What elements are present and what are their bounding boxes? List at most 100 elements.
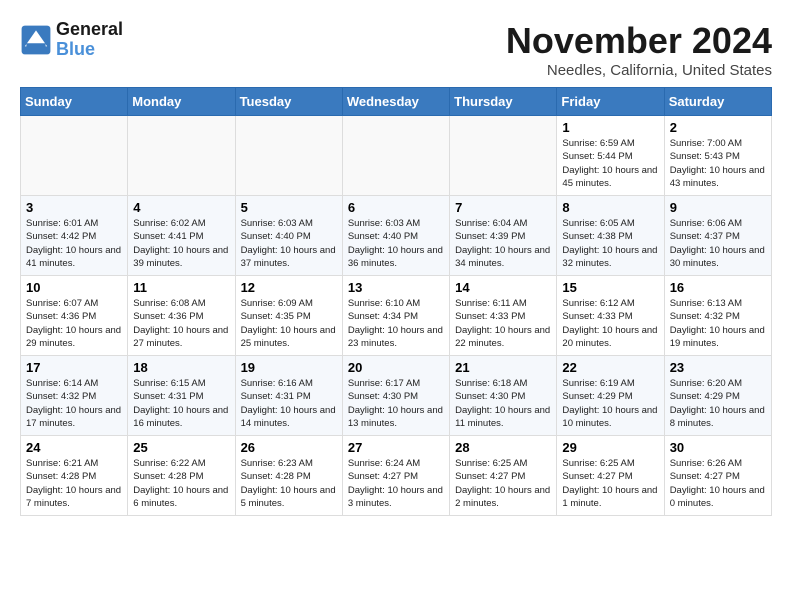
calendar-header-friday: Friday bbox=[557, 88, 664, 116]
day-info: Sunrise: 6:22 AM Sunset: 4:28 PM Dayligh… bbox=[133, 457, 229, 510]
day-number: 16 bbox=[670, 280, 766, 295]
day-number: 11 bbox=[133, 280, 229, 295]
calendar-cell: 10 Sunrise: 6:07 AM Sunset: 4:36 PM Dayli… bbox=[21, 276, 128, 356]
calendar-cell: 8 Sunrise: 6:05 AM Sunset: 4:38 PM Daylig… bbox=[557, 196, 664, 276]
day-number: 5 bbox=[241, 200, 337, 215]
logo-text: General Blue bbox=[56, 20, 123, 60]
calendar-header-sunday: Sunday bbox=[21, 88, 128, 116]
day-info: Sunrise: 6:03 AM Sunset: 4:40 PM Dayligh… bbox=[348, 217, 444, 270]
logo: General Blue bbox=[20, 20, 123, 60]
day-info: Sunrise: 6:26 AM Sunset: 4:27 PM Dayligh… bbox=[670, 457, 766, 510]
day-info: Sunrise: 6:19 AM Sunset: 4:29 PM Dayligh… bbox=[562, 377, 658, 430]
day-number: 14 bbox=[455, 280, 551, 295]
calendar-week-row: 17Sunrise: 6:14 AM Sunset: 4:32 PM Dayli… bbox=[21, 356, 772, 436]
calendar-cell: 21 Sunrise: 6:18 AM Sunset: 4:30 PM Dayli… bbox=[450, 356, 557, 436]
day-number: 27 bbox=[348, 440, 444, 455]
day-info: Sunrise: 6:20 AM Sunset: 4:29 PM Dayligh… bbox=[670, 377, 766, 430]
calendar-cell: 25 Sunrise: 6:22 AM Sunset: 4:28 PM Dayli… bbox=[128, 436, 235, 516]
day-number: 30 bbox=[670, 440, 766, 455]
calendar-cell: 11 Sunrise: 6:08 AM Sunset: 4:36 PM Dayli… bbox=[128, 276, 235, 356]
calendar-cell bbox=[450, 116, 557, 196]
calendar-cell: 4Sunrise: 6:02 AM Sunset: 4:41 PM Daylig… bbox=[128, 196, 235, 276]
calendar-header-row: SundayMondayTuesdayWednesdayThursdayFrid… bbox=[21, 88, 772, 116]
day-info: Sunrise: 6:17 AM Sunset: 4:30 PM Dayligh… bbox=[348, 377, 444, 430]
calendar-cell: 16 Sunrise: 6:13 AM Sunset: 4:32 PM Dayli… bbox=[664, 276, 771, 356]
day-info: Sunrise: 6:25 AM Sunset: 4:27 PM Dayligh… bbox=[455, 457, 551, 510]
day-info: Sunrise: 6:21 AM Sunset: 4:28 PM Dayligh… bbox=[26, 457, 122, 510]
calendar-cell: 3 Sunrise: 6:01 AM Sunset: 4:42 PM Daylig… bbox=[21, 196, 128, 276]
day-info: Sunrise: 6:12 AM Sunset: 4:33 PM Dayligh… bbox=[562, 297, 658, 350]
day-info: Sunrise: 6:07 AM Sunset: 4:36 PM Dayligh… bbox=[26, 297, 122, 350]
day-info: Sunrise: 6:08 AM Sunset: 4:36 PM Dayligh… bbox=[133, 297, 229, 350]
calendar-week-row: 24 Sunrise: 6:21 AM Sunset: 4:28 PM Dayli… bbox=[21, 436, 772, 516]
day-number: 20 bbox=[348, 360, 444, 375]
day-info: Sunrise: 6:16 AM Sunset: 4:31 PM Dayligh… bbox=[241, 377, 337, 430]
calendar-cell: 1 Sunrise: 6:59 AM Sunset: 5:44 PM Daylig… bbox=[557, 116, 664, 196]
day-number: 4 bbox=[133, 200, 229, 215]
day-info: Sunrise: 6:09 AM Sunset: 4:35 PM Dayligh… bbox=[241, 297, 337, 350]
day-info: Sunrise: 6:13 AM Sunset: 4:32 PM Dayligh… bbox=[670, 297, 766, 350]
calendar-cell bbox=[21, 116, 128, 196]
day-info: Sunrise: 6:04 AM Sunset: 4:39 PM Dayligh… bbox=[455, 217, 551, 270]
day-info: Sunrise: 6:25 AM Sunset: 4:27 PM Dayligh… bbox=[562, 457, 658, 510]
calendar-cell: 28 Sunrise: 6:25 AM Sunset: 4:27 PM Dayli… bbox=[450, 436, 557, 516]
calendar-cell: 19 Sunrise: 6:16 AM Sunset: 4:31 PM Dayli… bbox=[235, 356, 342, 436]
day-info: Sunrise: 6:11 AM Sunset: 4:33 PM Dayligh… bbox=[455, 297, 551, 350]
calendar-header-tuesday: Tuesday bbox=[235, 88, 342, 116]
calendar-cell: 17Sunrise: 6:14 AM Sunset: 4:32 PM Dayli… bbox=[21, 356, 128, 436]
day-number: 2 bbox=[670, 120, 766, 135]
day-number: 12 bbox=[241, 280, 337, 295]
day-number: 9 bbox=[670, 200, 766, 215]
day-info: Sunrise: 6:01 AM Sunset: 4:42 PM Dayligh… bbox=[26, 217, 122, 270]
calendar-cell: 15 Sunrise: 6:12 AM Sunset: 4:33 PM Dayli… bbox=[557, 276, 664, 356]
calendar-cell: 2 Sunrise: 7:00 AM Sunset: 5:43 PM Daylig… bbox=[664, 116, 771, 196]
calendar-week-row: 10 Sunrise: 6:07 AM Sunset: 4:36 PM Dayli… bbox=[21, 276, 772, 356]
day-info: Sunrise: 6:18 AM Sunset: 4:30 PM Dayligh… bbox=[455, 377, 551, 430]
day-info: Sunrise: 6:05 AM Sunset: 4:38 PM Dayligh… bbox=[562, 217, 658, 270]
day-number: 22 bbox=[562, 360, 658, 375]
day-info: Sunrise: 6:06 AM Sunset: 4:37 PM Dayligh… bbox=[670, 217, 766, 270]
calendar-cell: 20 Sunrise: 6:17 AM Sunset: 4:30 PM Dayli… bbox=[342, 356, 449, 436]
day-number: 10 bbox=[26, 280, 122, 295]
day-number: 24 bbox=[26, 440, 122, 455]
calendar-cell: 29 Sunrise: 6:25 AM Sunset: 4:27 PM Dayli… bbox=[557, 436, 664, 516]
day-number: 8 bbox=[562, 200, 658, 215]
calendar-cell: 23Sunrise: 6:20 AM Sunset: 4:29 PM Dayli… bbox=[664, 356, 771, 436]
calendar-cell: 26 Sunrise: 6:23 AM Sunset: 4:28 PM Dayli… bbox=[235, 436, 342, 516]
logo-icon bbox=[20, 24, 52, 56]
calendar-header-monday: Monday bbox=[128, 88, 235, 116]
calendar-cell: 13 Sunrise: 6:10 AM Sunset: 4:34 PM Dayli… bbox=[342, 276, 449, 356]
day-info: Sunrise: 6:23 AM Sunset: 4:28 PM Dayligh… bbox=[241, 457, 337, 510]
calendar-cell bbox=[128, 116, 235, 196]
day-number: 19 bbox=[241, 360, 337, 375]
day-number: 7 bbox=[455, 200, 551, 215]
day-number: 1 bbox=[562, 120, 658, 135]
day-number: 13 bbox=[348, 280, 444, 295]
day-info: Sunrise: 6:10 AM Sunset: 4:34 PM Dayligh… bbox=[348, 297, 444, 350]
calendar-header-saturday: Saturday bbox=[664, 88, 771, 116]
day-info: Sunrise: 7:00 AM Sunset: 5:43 PM Dayligh… bbox=[670, 137, 766, 190]
day-number: 21 bbox=[455, 360, 551, 375]
calendar-cell: 14 Sunrise: 6:11 AM Sunset: 4:33 PM Dayli… bbox=[450, 276, 557, 356]
month-title: November 2024 bbox=[506, 20, 772, 62]
calendar-header-wednesday: Wednesday bbox=[342, 88, 449, 116]
calendar-week-row: 1 Sunrise: 6:59 AM Sunset: 5:44 PM Daylig… bbox=[21, 116, 772, 196]
calendar-cell: 24 Sunrise: 6:21 AM Sunset: 4:28 PM Dayli… bbox=[21, 436, 128, 516]
calendar-cell: 27Sunrise: 6:24 AM Sunset: 4:27 PM Dayli… bbox=[342, 436, 449, 516]
day-info: Sunrise: 6:59 AM Sunset: 5:44 PM Dayligh… bbox=[562, 137, 658, 190]
calendar-cell: 5Sunrise: 6:03 AM Sunset: 4:40 PM Daylig… bbox=[235, 196, 342, 276]
day-info: Sunrise: 6:14 AM Sunset: 4:32 PM Dayligh… bbox=[26, 377, 122, 430]
calendar-table: SundayMondayTuesdayWednesdayThursdayFrid… bbox=[20, 87, 772, 516]
calendar-cell: 9 Sunrise: 6:06 AM Sunset: 4:37 PM Daylig… bbox=[664, 196, 771, 276]
day-info: Sunrise: 6:15 AM Sunset: 4:31 PM Dayligh… bbox=[133, 377, 229, 430]
page-header: General Blue November 2024 Needles, Cali… bbox=[20, 20, 772, 79]
day-number: 26 bbox=[241, 440, 337, 455]
day-number: 15 bbox=[562, 280, 658, 295]
day-number: 3 bbox=[26, 200, 122, 215]
day-number: 29 bbox=[562, 440, 658, 455]
day-number: 28 bbox=[455, 440, 551, 455]
day-number: 25 bbox=[133, 440, 229, 455]
location: Needles, California, United States bbox=[506, 62, 772, 79]
calendar-cell: 22 Sunrise: 6:19 AM Sunset: 4:29 PM Dayli… bbox=[557, 356, 664, 436]
calendar-cell bbox=[342, 116, 449, 196]
